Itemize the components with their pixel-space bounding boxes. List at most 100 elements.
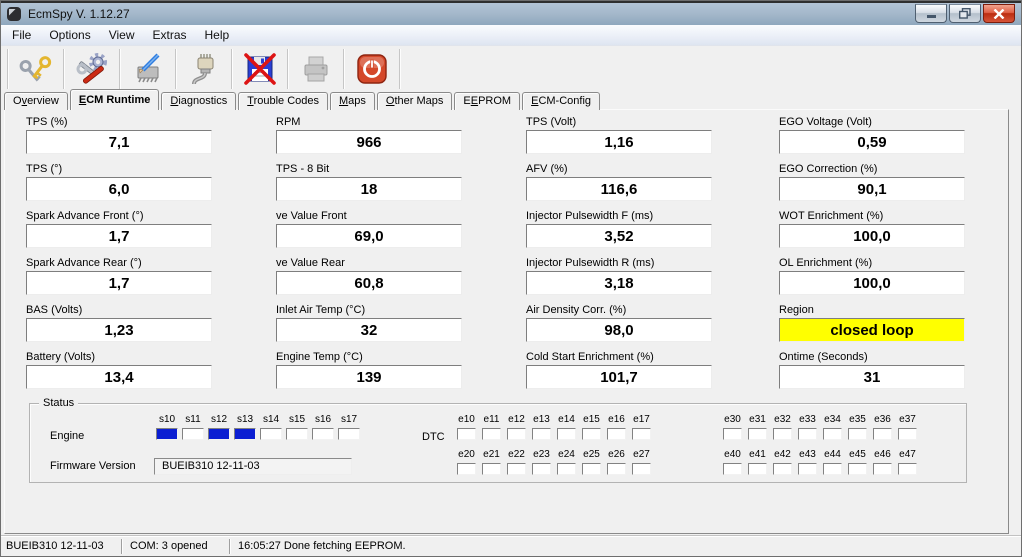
bit-label: e47 [895, 449, 920, 461]
field-value: 69,0 [276, 224, 462, 248]
chip-write-icon [130, 51, 166, 87]
field-column-3: TPS (Volt) 1,16 AFV (%) 116,6 Injector P… [526, 115, 712, 397]
runtime-field: BAS (Volts) 1,23 [26, 303, 212, 342]
field-value: 966 [276, 130, 462, 154]
engine-status-bit: s13 [232, 414, 258, 440]
bit-label: e34 [820, 414, 845, 426]
keys-login-button[interactable] [11, 48, 61, 90]
tab[interactable]: Trouble Codes [238, 92, 328, 110]
close-button[interactable] [983, 4, 1015, 23]
bit-indicator [338, 428, 360, 440]
tab[interactable]: Other Maps [377, 92, 452, 110]
bit-indicator [873, 463, 892, 475]
bit-indicator [632, 428, 651, 440]
bit-indicator [507, 428, 526, 440]
tab[interactable]: EEPROM [454, 92, 520, 110]
bit-label: e24 [554, 449, 579, 461]
dtc-bits-e40: e40 e41 e42 e43 [720, 449, 920, 475]
connector-button[interactable] [179, 48, 229, 90]
bit-label: s11 [180, 414, 206, 426]
save-cancel-button[interactable] [235, 48, 285, 90]
field-label: Injector Pulsewidth R (ms) [526, 256, 712, 271]
runtime-field: Injector Pulsewidth R (ms) 3,18 [526, 256, 712, 295]
menu-item[interactable]: Extras [144, 26, 196, 44]
tab[interactable]: ECM Runtime [70, 89, 160, 110]
bit-indicator [557, 428, 576, 440]
field-value: 116,6 [526, 177, 712, 201]
caption-buttons [915, 4, 1021, 23]
field-label: EGO Correction (%) [779, 162, 965, 177]
status-group-title: Status [39, 397, 78, 409]
field-value: 60,8 [276, 271, 462, 295]
toolbar-separator [343, 49, 345, 89]
toolbar-separator [7, 49, 9, 89]
field-value: 1,16 [526, 130, 712, 154]
engine-status-bit: s16 [310, 414, 336, 440]
runtime-field: TPS (Volt) 1,16 [526, 115, 712, 154]
bit-indicator [898, 463, 917, 475]
bit-label: e10 [454, 414, 479, 426]
print-button-disabled[interactable] [291, 48, 341, 90]
runtime-field: Battery (Volts) 13,4 [26, 350, 212, 389]
bit-indicator [898, 428, 917, 440]
bit-label: e17 [629, 414, 654, 426]
toolbar-separator [119, 49, 121, 89]
title-bar: EcmSpy V. 1.12.27 [1, 1, 1021, 25]
close-icon [993, 9, 1005, 19]
field-value: 100,0 [779, 271, 965, 295]
runtime-field: Spark Advance Rear (°) 1,7 [26, 256, 212, 295]
connector-icon [186, 51, 222, 87]
bit-label: e36 [870, 414, 895, 426]
menu-bar: FileOptionsViewExtrasHelp [1, 25, 1021, 46]
menu-item[interactable]: Options [40, 26, 99, 44]
field-value: 1,23 [26, 318, 212, 342]
bit-indicator [748, 428, 767, 440]
field-value: 31 [779, 365, 965, 389]
engine-status-bit: s15 [284, 414, 310, 440]
bit-label: s16 [310, 414, 336, 426]
menu-item[interactable]: Help [196, 26, 239, 44]
tab[interactable]: Overview [4, 92, 68, 110]
bit-indicator [873, 428, 892, 440]
bit-label: e33 [795, 414, 820, 426]
runtime-field: Cold Start Enrichment (%) 101,7 [526, 350, 712, 389]
minimize-button[interactable] [915, 4, 947, 23]
restore-button[interactable] [949, 4, 981, 23]
dtc-bit: e13 [529, 414, 554, 440]
bit-label: e14 [554, 414, 579, 426]
field-label: Ontime (Seconds) [779, 350, 965, 365]
engine-status-bit: s17 [336, 414, 362, 440]
bit-label: e43 [795, 449, 820, 461]
tools-settings-button[interactable] [67, 48, 117, 90]
tab-label-post: rouble Codes [254, 95, 319, 107]
tab-label-post: ther Maps [394, 95, 443, 107]
toolbar-separator [63, 49, 65, 89]
bit-indicator [823, 463, 842, 475]
field-label: Spark Advance Front (°) [26, 209, 212, 224]
toolbar [1, 46, 1021, 92]
tab[interactable]: Diagnostics [161, 92, 236, 110]
menu-item[interactable]: File [3, 26, 40, 44]
bit-indicator [823, 428, 842, 440]
bit-label: e41 [745, 449, 770, 461]
field-value: 3,18 [526, 271, 712, 295]
tab-label-post: aps [348, 95, 366, 107]
bit-indicator [632, 463, 651, 475]
field-value: 3,52 [526, 224, 712, 248]
dtc-bit: e37 [895, 414, 920, 440]
tab[interactable]: Maps [330, 92, 375, 110]
bit-indicator [607, 463, 626, 475]
runtime-field: Injector Pulsewidth F (ms) 3,52 [526, 209, 712, 248]
field-label: Cold Start Enrichment (%) [526, 350, 712, 365]
bit-indicator [607, 428, 626, 440]
toolbar-separator [287, 49, 289, 89]
menu-item[interactable]: View [100, 26, 144, 44]
tab[interactable]: ECM-Config [522, 92, 600, 110]
toolbar-separator [175, 49, 177, 89]
chip-flash-button[interactable] [123, 48, 173, 90]
bit-label: e35 [845, 414, 870, 426]
power-exit-button[interactable] [347, 48, 397, 90]
dtc-label: DTC [422, 431, 445, 443]
field-value: 1,7 [26, 271, 212, 295]
bit-indicator [482, 463, 501, 475]
